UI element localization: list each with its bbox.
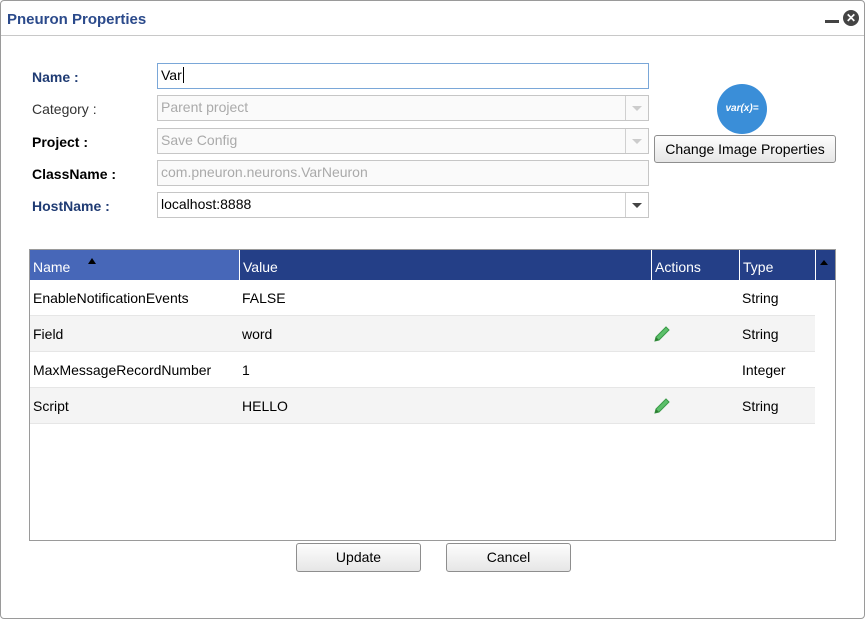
name-input-value: Var bbox=[161, 67, 182, 83]
chevron-down-icon bbox=[632, 203, 642, 208]
column-header-type-label: Type bbox=[743, 259, 774, 275]
category-dropdown-button[interactable] bbox=[625, 96, 648, 120]
close-icon[interactable]: ✕ bbox=[843, 10, 859, 26]
column-header-actions[interactable]: Actions bbox=[652, 250, 740, 280]
table-row[interactable]: EnableNotificationEvents FALSE String bbox=[30, 280, 815, 316]
row-type: String bbox=[742, 398, 779, 414]
dialog-title: Pneuron Properties bbox=[7, 11, 147, 28]
hostname-dropdown-button[interactable] bbox=[625, 193, 648, 217]
row-value: word bbox=[242, 326, 273, 342]
row-value: 1 bbox=[242, 362, 250, 378]
edit-pencil-icon[interactable] bbox=[652, 324, 672, 347]
project-label: Project : bbox=[32, 134, 89, 150]
pneuron-image-logo: var(x)= bbox=[717, 84, 767, 134]
row-name: EnableNotificationEvents bbox=[33, 290, 189, 306]
edit-pencil-icon[interactable] bbox=[652, 396, 672, 419]
category-select[interactable]: Parent project bbox=[157, 95, 649, 121]
row-type: String bbox=[742, 290, 779, 306]
project-select[interactable]: Save Config bbox=[157, 128, 649, 154]
chevron-down-icon bbox=[632, 106, 642, 111]
classname-input-value: com.pneuron.neurons.VarNeuron bbox=[161, 164, 368, 180]
scroll-up-icon[interactable] bbox=[820, 260, 828, 265]
category-select-value: Parent project bbox=[161, 99, 249, 115]
row-name: MaxMessageRecordNumber bbox=[33, 362, 212, 378]
chevron-down-icon bbox=[632, 139, 642, 144]
column-header-name[interactable]: Name bbox=[30, 250, 240, 280]
classname-input[interactable]: com.pneuron.neurons.VarNeuron bbox=[157, 160, 649, 186]
name-label: Name : bbox=[32, 69, 79, 85]
title-bar: Pneuron Properties ✕ bbox=[1, 1, 864, 36]
change-image-properties-button[interactable]: Change Image Properties bbox=[654, 135, 836, 163]
row-type: String bbox=[742, 326, 779, 342]
table-row[interactable]: MaxMessageRecordNumber 1 Integer bbox=[30, 352, 815, 388]
cancel-button[interactable]: Cancel bbox=[446, 543, 571, 572]
logo-text: var(x)= bbox=[725, 103, 759, 114]
project-select-value: Save Config bbox=[161, 132, 238, 148]
column-header-value[interactable]: Value bbox=[240, 250, 652, 280]
row-name: Script bbox=[33, 398, 69, 414]
pneuron-properties-dialog: Pneuron Properties ✕ Name : Var Category… bbox=[0, 0, 865, 619]
row-name: Field bbox=[33, 326, 64, 342]
column-header-type[interactable]: Type bbox=[740, 250, 816, 280]
properties-grid: Name Value Actions Type EnableNotificati… bbox=[29, 249, 836, 541]
category-label: Category : bbox=[32, 101, 97, 117]
table-row[interactable]: Script HELLO String bbox=[30, 388, 815, 424]
hostname-select[interactable]: localhost:8888 bbox=[157, 192, 649, 218]
name-input[interactable]: Var bbox=[157, 63, 649, 89]
grid-header: Name Value Actions Type bbox=[30, 250, 835, 280]
column-header-actions-label: Actions bbox=[655, 259, 701, 275]
row-value: FALSE bbox=[242, 290, 286, 306]
column-header-name-label: Name bbox=[33, 259, 71, 275]
row-value: HELLO bbox=[242, 398, 288, 414]
table-row[interactable]: Field word String bbox=[30, 316, 815, 352]
update-button[interactable]: Update bbox=[296, 543, 421, 572]
row-type: Integer bbox=[742, 362, 786, 378]
minimize-icon[interactable] bbox=[825, 20, 839, 23]
column-header-value-label: Value bbox=[243, 259, 278, 275]
classname-label: ClassName : bbox=[32, 166, 117, 182]
hostname-label: HostName : bbox=[32, 198, 110, 214]
project-dropdown-button[interactable] bbox=[625, 129, 648, 153]
sort-ascending-icon bbox=[88, 258, 96, 264]
hostname-select-value: localhost:8888 bbox=[161, 196, 252, 212]
